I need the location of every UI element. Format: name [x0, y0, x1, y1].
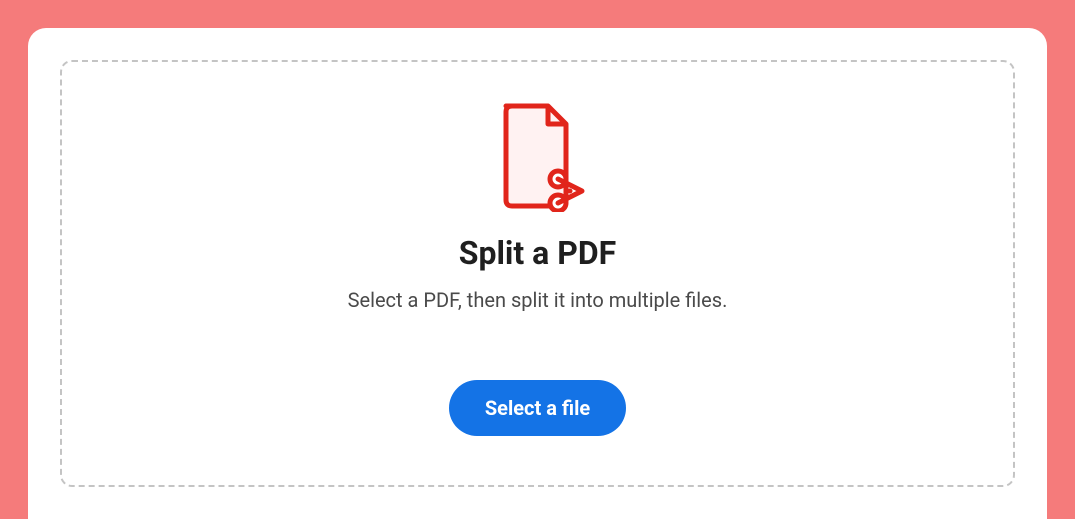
page-subtitle: Select a PDF, then split it into multipl…: [348, 288, 728, 312]
page-title: Split a PDF: [459, 234, 616, 272]
select-file-button[interactable]: Select a file: [449, 380, 626, 436]
file-dropzone[interactable]: Split a PDF Select a PDF, then split it …: [60, 60, 1015, 487]
split-pdf-icon: [490, 102, 586, 216]
upload-card: Split a PDF Select a PDF, then split it …: [28, 28, 1047, 519]
